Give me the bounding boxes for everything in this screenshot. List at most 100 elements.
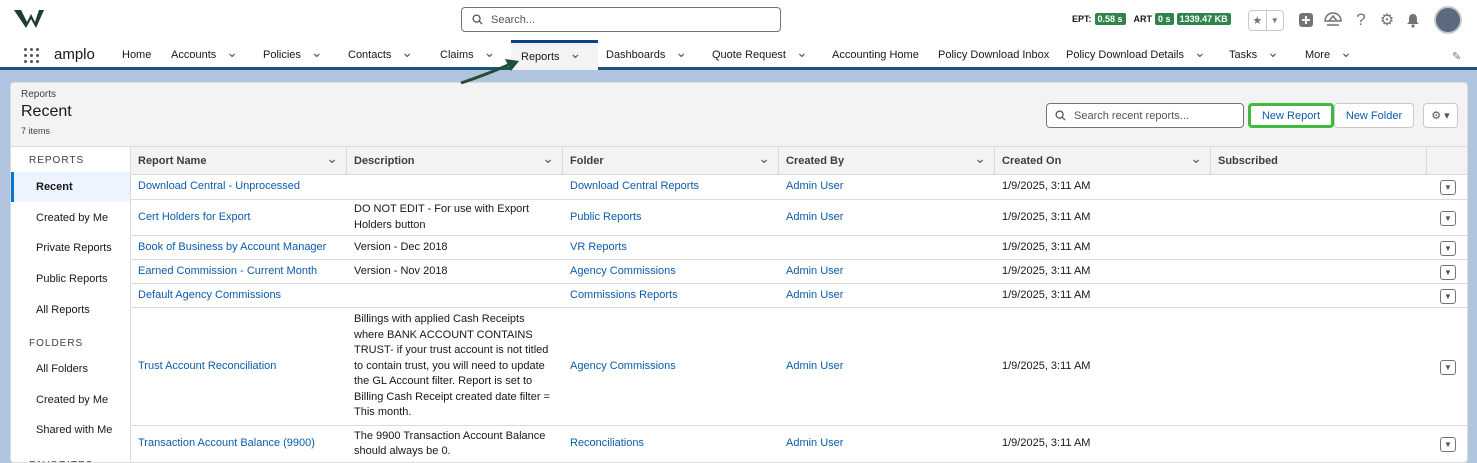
cell-name[interactable]: Download Central - Unprocessed: [131, 175, 347, 199]
cell-folder[interactable]: VR Reports: [563, 236, 779, 259]
column-header-description[interactable]: Description ⌄: [347, 147, 563, 175]
nav-item-quote-request[interactable]: Quote Request ⌄: [712, 40, 808, 70]
nav-item-accounts[interactable]: Accounts ⌄: [171, 40, 238, 70]
row-action-menu-button[interactable]: ▼: [1440, 240, 1456, 256]
nav-item-label: Policies: [263, 49, 301, 61]
sidebar-heading: REPORTS: [29, 155, 85, 166]
cell-created-by[interactable]: Admin User: [779, 426, 995, 462]
chevron-down-icon[interactable]: ⌄: [974, 150, 986, 167]
nav-item-more[interactable]: More ⌄: [1305, 40, 1352, 70]
nav-item-label: Dashboards: [606, 49, 666, 61]
user-avatar[interactable]: [1434, 6, 1462, 34]
cell-folder[interactable]: Download Central Reports: [563, 175, 779, 199]
chevron-down-icon[interactable]: ⌄: [758, 150, 770, 167]
chevron-down-icon[interactable]: ⌄: [1340, 44, 1352, 61]
nav-item-policies[interactable]: Policies ⌄: [263, 40, 323, 70]
chevron-down-icon[interactable]: ⌄: [675, 44, 687, 61]
chevron-down-icon[interactable]: ⌄: [1267, 44, 1279, 61]
cell-created-by[interactable]: Admin User: [779, 175, 995, 199]
list-settings-button[interactable]: ⚙ ▾: [1423, 103, 1458, 128]
cell-created-by[interactable]: Admin User: [779, 308, 995, 425]
cell-folder[interactable]: Public Reports: [563, 200, 779, 235]
nav-item-label: More: [1305, 49, 1331, 61]
breadcrumb[interactable]: Reports: [21, 89, 56, 100]
chevron-down-icon[interactable]: ⌄: [311, 44, 323, 61]
chevron-down-icon[interactable]: ⌄: [326, 150, 338, 167]
nav-item-contacts[interactable]: Contacts ⌄: [348, 40, 413, 70]
cell-folder[interactable]: Agency Commissions: [563, 308, 779, 425]
chevron-down-icon[interactable]: ⌄: [401, 44, 413, 61]
nav-item-dashboards[interactable]: Dashboards ⌄: [606, 40, 687, 70]
row-action-menu-button[interactable]: ▼: [1440, 210, 1456, 226]
sidebar-item-recent[interactable]: Recent: [11, 172, 130, 202]
new-folder-button[interactable]: New Folder: [1334, 103, 1414, 128]
chevron-down-icon[interactable]: ⌄: [542, 150, 554, 167]
star-icon[interactable]: ★: [1249, 11, 1266, 30]
search-reports-placeholder: Search recent reports...: [1074, 109, 1189, 122]
cell-created-by[interactable]: Admin User: [779, 200, 995, 235]
cell-name[interactable]: Default Agency Commissions: [131, 284, 347, 307]
row-action-menu-button[interactable]: ▼: [1440, 180, 1456, 195]
row-action-menu-button[interactable]: ▼: [1440, 288, 1456, 304]
new-report-button[interactable]: New Report: [1248, 103, 1334, 128]
cell-created-by[interactable]: Admin User: [779, 260, 995, 283]
table-row: Default Agency Commissions Commissions Re…: [131, 284, 1467, 308]
reports-sidebar: REPORTS Recent Created by Me Private Report…: [11, 147, 131, 462]
nav-item-accounting-home[interactable]: Accounting Home: [832, 40, 919, 70]
sidebar-item-all-reports[interactable]: All Reports: [11, 295, 130, 325]
nav-item-label: Tasks: [1229, 49, 1258, 61]
nav-item-label: Accounts: [171, 49, 217, 61]
global-search-input[interactable]: Search...: [461, 7, 781, 32]
chevron-down-icon[interactable]: ⌄: [570, 45, 582, 62]
nav-item-home[interactable]: Home: [122, 40, 151, 70]
bell-icon[interactable]: [1404, 11, 1422, 29]
chevron-down-icon[interactable]: ⌄: [1194, 44, 1206, 61]
table-row: Trust Account Reconciliation Billings wit…: [131, 308, 1467, 426]
performance-metrics: EPT: 0.58 s ART 0 s 1339.47 KB: [1072, 13, 1231, 25]
cell-name[interactable]: Book of Business by Account Manager: [131, 236, 347, 259]
column-header-created-on[interactable]: Created On ⌄: [995, 147, 1211, 175]
cell-created-by[interactable]: Admin User: [779, 284, 995, 307]
chevron-down-icon[interactable]: ⌄: [226, 44, 238, 61]
table-row: Download Central - Unprocessed Download C…: [131, 175, 1467, 200]
global-header: Search... EPT: 0.58 s ART 0 s 1339.47 KB…: [0, 0, 1477, 40]
company-logo[interactable]: [14, 8, 44, 30]
search-reports-input[interactable]: Search recent reports...: [1046, 103, 1244, 128]
cell-folder[interactable]: Agency Commissions: [563, 260, 779, 283]
cell-name[interactable]: Earned Commission - Current Month: [131, 260, 347, 283]
cell-created-on: 1/9/2025, 3:11 AM: [1002, 210, 1091, 223]
app-launcher-icon[interactable]: [24, 48, 39, 63]
favorites-button[interactable]: ★ ▼: [1248, 10, 1284, 31]
nav-item-tasks[interactable]: Tasks ⌄: [1229, 40, 1279, 70]
sidebar-item-shared-with-me[interactable]: Shared with Me: [11, 415, 130, 445]
cell-created-by[interactable]: [779, 236, 995, 259]
row-action-menu-button[interactable]: ▼: [1440, 359, 1456, 375]
sidebar-item-created-by-me[interactable]: Created by Me: [11, 203, 130, 233]
column-header-report-name[interactable]: Report Name ⌄: [131, 147, 347, 175]
edit-nav-icon[interactable]: ✎: [1452, 50, 1461, 63]
nav-item-policy-download-details[interactable]: Policy Download Details ⌄: [1066, 40, 1206, 70]
nav-item-policy-download-inbox[interactable]: Policy Download Inbox: [938, 40, 1049, 70]
cell-folder[interactable]: Reconciliations: [563, 426, 779, 462]
sidebar-item-all-folders[interactable]: All Folders: [11, 354, 130, 384]
cell-name[interactable]: Cert Holders for Export: [131, 200, 347, 235]
chevron-down-icon[interactable]: ▼: [1265, 11, 1284, 30]
cell-name[interactable]: Transaction Account Balance (9900): [131, 426, 347, 462]
cell-name[interactable]: Trust Account Reconciliation: [131, 308, 347, 425]
column-header-subscribed[interactable]: Subscribed: [1211, 147, 1427, 175]
cell-folder[interactable]: Commissions Reports: [563, 284, 779, 307]
sidebar-item-public-reports[interactable]: Public Reports: [11, 264, 130, 294]
help-icon[interactable]: ?: [1352, 10, 1370, 29]
sidebar-item-created-by-me[interactable]: Created by Me: [11, 385, 130, 415]
sidebar-item-private-reports[interactable]: Private Reports: [11, 233, 130, 263]
row-action-menu-button[interactable]: ▼: [1440, 264, 1456, 280]
row-action-menu-button[interactable]: ▼: [1440, 437, 1456, 452]
column-header-folder[interactable]: Folder ⌄: [563, 147, 779, 175]
column-header-created-by[interactable]: Created By ⌄: [779, 147, 995, 175]
chevron-down-icon[interactable]: ⌄: [1190, 150, 1202, 167]
list-header: Reports Recent 7 items Search recent rep…: [11, 83, 1467, 147]
trailhead-icon[interactable]: [1324, 11, 1342, 29]
gear-icon[interactable]: ⚙: [1378, 11, 1396, 29]
plus-icon[interactable]: [1297, 11, 1315, 29]
chevron-down-icon[interactable]: ⌄: [796, 44, 808, 61]
